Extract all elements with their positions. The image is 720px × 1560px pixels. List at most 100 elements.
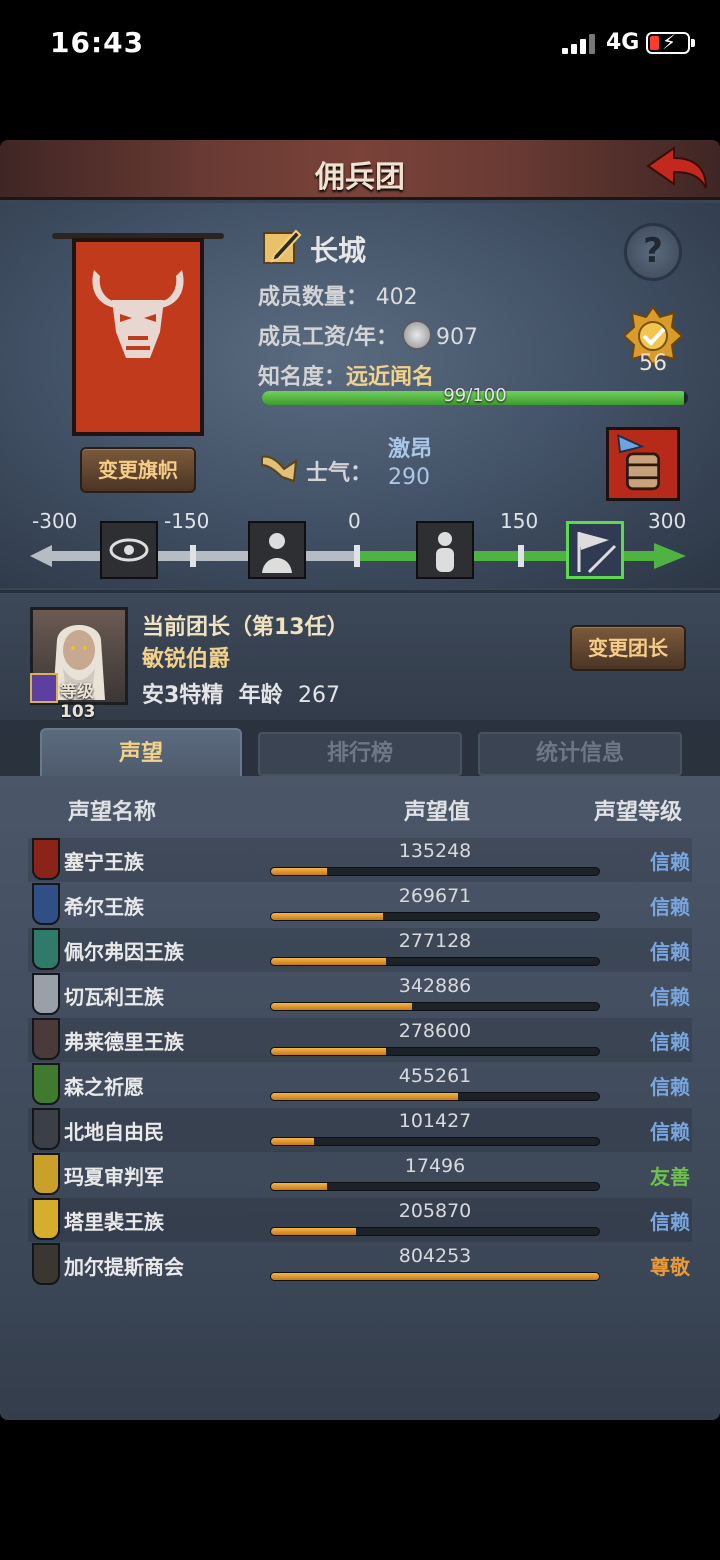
morale-label: 士气： <box>306 461 373 486</box>
reputation-table: 声望名称 声望值 声望等级 塞宁王族 135248 信赖 希尔王族 269671 信赖 佩尔… <box>0 776 720 1420</box>
page-title: 佣兵团 <box>315 160 405 195</box>
wand-icon <box>30 673 58 703</box>
reputation-value: 17496 <box>404 1155 466 1177</box>
morale-eye-icon[interactable] <box>100 521 158 579</box>
change-banner-button[interactable]: 变更旗帜 <box>80 447 196 493</box>
reputation-level: 信赖 <box>650 1030 690 1054</box>
leader-name: 敏锐伯爵 <box>142 647 231 672</box>
reputation-bar <box>270 1092 600 1101</box>
network-label: 4G <box>606 30 640 55</box>
leader-age-label: 年龄 <box>238 683 283 708</box>
scale-label: -150 <box>164 509 210 533</box>
reputation-value: 804253 <box>398 1245 472 1267</box>
tab-ranking[interactable]: 排行榜 <box>258 732 462 776</box>
members-value: 402 <box>375 285 418 310</box>
scale-label: 300 <box>648 509 687 533</box>
tab-statistics[interactable]: 统计信息 <box>478 732 682 776</box>
reputation-value: 277128 <box>398 930 472 952</box>
morale-mourning-icon[interactable] <box>248 521 306 579</box>
table-row[interactable]: 加尔提斯商会 804253 尊敬 <box>28 1243 692 1287</box>
guild-info: 变更旗帜 长城 ? 成员数量： 402 成员工资/年： 907 知名度：远近闻名 … <box>0 203 720 588</box>
fame-progress-text: 99/100 <box>443 385 507 406</box>
reputation-level: 信赖 <box>650 1075 690 1099</box>
reputation-bar <box>270 1002 600 1011</box>
reputation-bar <box>270 1227 600 1236</box>
table-row[interactable]: 塞宁王族 135248 信赖 <box>28 838 692 882</box>
wage-label: 成员工资/年： <box>258 325 399 350</box>
status-time: 16:43 <box>50 26 145 59</box>
tab-reputation[interactable]: 声望 <box>40 728 242 780</box>
mercenary-panel: 佣兵团 变更旗帜 长城 ? 成员数量： 402 成员工资/年： 907 知名度：… <box>0 140 720 1420</box>
reputation-level: 友善 <box>650 1165 690 1189</box>
reputation-bar <box>270 1182 600 1191</box>
bull-skull-icon <box>92 270 184 358</box>
battery-icon: ⚡ <box>646 30 695 54</box>
reputation-value: 342886 <box>398 975 472 997</box>
faction-name: 切瓦利王族 <box>64 985 164 1009</box>
change-leader-button[interactable]: 变更团长 <box>570 625 686 671</box>
leader-traits: 安3特精 <box>142 683 224 708</box>
morale-calm-icon[interactable] <box>416 521 474 579</box>
reputation-level: 信赖 <box>650 985 690 1009</box>
faction-crest-icon <box>32 1018 60 1060</box>
table-row[interactable]: 玛夏审判军 17496 友善 <box>28 1153 692 1197</box>
faction-crest-icon <box>32 838 60 880</box>
reputation-value: 455261 <box>398 1065 472 1087</box>
tab-bar: 声望 排行榜 统计信息 <box>0 720 720 780</box>
table-row[interactable]: 弗莱德里王族 278600 信赖 <box>28 1018 692 1062</box>
table-row[interactable]: 切瓦利王族 342886 信赖 <box>28 973 692 1017</box>
reputation-value: 135248 <box>398 840 472 862</box>
morale-battle-icon[interactable] <box>566 521 624 579</box>
title-bar: 佣兵团 <box>0 140 720 200</box>
horn-icon <box>261 455 298 483</box>
leader-age: 267 <box>297 683 340 708</box>
edit-name-icon[interactable] <box>262 227 302 267</box>
reputation-bar <box>270 867 600 876</box>
faction-crest-icon <box>32 1063 60 1105</box>
members-label: 成员数量： <box>258 285 369 310</box>
reputation-bar <box>270 957 600 966</box>
members-row: 成员数量： 402 <box>258 279 418 311</box>
faction-crest-icon <box>32 928 60 970</box>
reputation-bar <box>270 1272 600 1281</box>
faction-crest-icon <box>32 973 60 1015</box>
leader-level-badge: 等级103 <box>30 673 128 722</box>
leader-title: 当前团长（第13任） <box>142 615 349 640</box>
leader-info: 安3特精 年龄 267 <box>142 677 340 709</box>
table-row[interactable]: 塔里裴王族 205870 信赖 <box>28 1198 692 1242</box>
wage-value: 907 <box>436 325 479 350</box>
reputation-value: 278600 <box>398 1020 472 1042</box>
table-row[interactable]: 北地自由民 101427 信赖 <box>28 1108 692 1152</box>
silver-coin-icon <box>402 320 433 350</box>
header-reputation-level: 声望等级 <box>594 800 683 825</box>
wage-row: 成员工资/年： 907 <box>258 319 478 351</box>
reputation-value: 205870 <box>398 1200 472 1222</box>
morale-value: 290 <box>388 465 430 490</box>
table-row[interactable]: 森之祈愿 455261 信赖 <box>28 1063 692 1107</box>
faction-name: 塔里裴王族 <box>64 1210 164 1234</box>
scale-label: 150 <box>500 509 539 533</box>
faction-crest-icon <box>32 1198 60 1240</box>
faction-name: 玛夏审判军 <box>64 1165 164 1189</box>
faction-name: 北地自由民 <box>64 1120 164 1144</box>
faction-name: 佩尔弗因王族 <box>64 940 184 964</box>
faction-name: 弗莱德里王族 <box>64 1030 184 1054</box>
header-faction-name: 声望名称 <box>68 800 157 825</box>
guild-banner[interactable] <box>72 238 204 436</box>
table-row[interactable]: 佩尔弗因王族 277128 信赖 <box>28 928 692 972</box>
guild-name: 长城 <box>310 234 367 267</box>
faction-crest-icon <box>32 1243 60 1285</box>
reputation-value: 269671 <box>398 885 472 907</box>
reputation-level: 信赖 <box>650 1210 690 1234</box>
faction-crest-icon <box>32 883 60 925</box>
scale-label: 0 <box>348 509 361 533</box>
back-arrow-icon[interactable] <box>644 144 710 194</box>
table-row[interactable]: 希尔王族 269671 信赖 <box>28 883 692 927</box>
help-button[interactable]: ? <box>624 223 682 281</box>
faction-name: 森之祈愿 <box>64 1075 144 1099</box>
reputation-level: 尊敬 <box>650 1255 690 1279</box>
reputation-level: 信赖 <box>650 1120 690 1144</box>
signal-icon <box>562 34 598 54</box>
barrel-icon[interactable] <box>606 427 680 501</box>
leader-section: 等级103 当前团长（第13任） 敏锐伯爵 安3特精 年龄 267 变更团长 <box>0 590 720 722</box>
